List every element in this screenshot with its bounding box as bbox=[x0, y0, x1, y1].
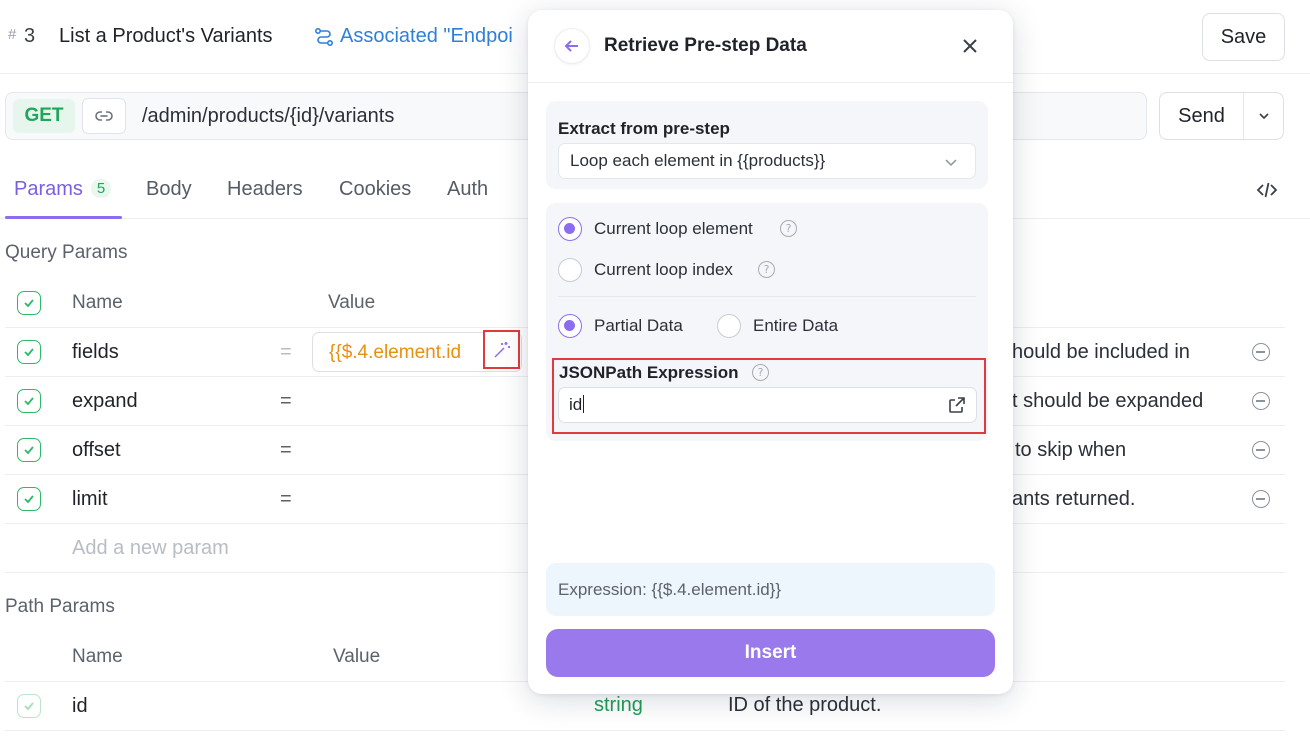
extract-select[interactable]: Loop each element in {{products}} bbox=[558, 143, 976, 179]
help-icon: ? bbox=[780, 220, 797, 237]
send-group: Send bbox=[1159, 92, 1284, 140]
jsonpath-value-text: id bbox=[569, 395, 583, 414]
step-hash: # bbox=[8, 26, 17, 43]
tab-auth[interactable]: Auth bbox=[447, 178, 488, 201]
tab-params-label: Params bbox=[14, 178, 83, 200]
param-name[interactable]: limit bbox=[72, 488, 108, 511]
param-checkbox[interactable] bbox=[17, 487, 41, 511]
back-button[interactable] bbox=[554, 28, 590, 64]
close-icon[interactable] bbox=[958, 34, 982, 58]
jsonpath-input[interactable]: id bbox=[558, 387, 977, 423]
param-description: t should be expanded bbox=[1012, 390, 1204, 412]
check-icon bbox=[24, 348, 34, 357]
row-divider bbox=[5, 730, 1285, 731]
param-description: ID of the product. bbox=[728, 694, 882, 716]
param-value-text: {{$.4.element.id bbox=[329, 342, 462, 363]
active-tab-indicator bbox=[5, 216, 122, 219]
radio-current-element-label[interactable]: Current loop element bbox=[594, 219, 753, 239]
extract-card: Extract from pre-step Loop each element … bbox=[546, 101, 988, 189]
open-external-icon[interactable] bbox=[948, 396, 966, 414]
radio-partial-data-label[interactable]: Partial Data bbox=[594, 316, 683, 336]
param-name[interactable]: fields bbox=[72, 341, 119, 364]
col-value-header: Value bbox=[333, 646, 381, 667]
minus-circle-icon[interactable] bbox=[1252, 441, 1270, 459]
minus-circle-icon[interactable] bbox=[1252, 392, 1270, 410]
save-button[interactable]: Save bbox=[1202, 13, 1285, 61]
retrieve-prestep-modal: Retrieve Pre-step Data Extract from pre-… bbox=[528, 10, 1013, 694]
radio-current-index-label[interactable]: Current loop index bbox=[594, 260, 733, 280]
chevron-down-icon bbox=[945, 159, 957, 167]
associated-endpoint-link[interactable]: Associated "Endpoi bbox=[314, 25, 513, 48]
step-title[interactable]: List a Product's Variants bbox=[59, 25, 273, 48]
send-options-button[interactable] bbox=[1244, 93, 1284, 139]
url-input[interactable]: /admin/products/{id}/variants bbox=[142, 105, 394, 128]
col-name-header: Name bbox=[72, 646, 123, 667]
param-type: string bbox=[594, 694, 643, 716]
options-divider bbox=[558, 296, 976, 297]
radio-entire-data[interactable] bbox=[717, 314, 741, 338]
param-equals: = bbox=[280, 390, 292, 412]
help-icon: ? bbox=[752, 364, 769, 381]
environment-link-button[interactable] bbox=[82, 98, 126, 134]
param-description: hould be included in bbox=[1012, 341, 1190, 363]
check-icon bbox=[24, 446, 34, 455]
query-params-title: Query Params bbox=[5, 242, 128, 263]
add-param-input[interactable]: Add a new param bbox=[72, 537, 229, 560]
param-description: ants returned. bbox=[1012, 488, 1136, 510]
path-params-title: Path Params bbox=[5, 596, 115, 617]
param-checkbox[interactable] bbox=[17, 389, 41, 413]
extract-label: Extract from pre-step bbox=[558, 119, 730, 138]
expression-text: Expression: {{$.4.element.id}} bbox=[558, 580, 782, 599]
param-description: to skip when bbox=[1015, 439, 1127, 461]
param-equals: = bbox=[280, 439, 292, 461]
param-checkbox[interactable] bbox=[17, 340, 41, 364]
link-icon bbox=[95, 111, 113, 121]
radio-partial-data[interactable] bbox=[558, 314, 582, 338]
params-count-badge: 5 bbox=[90, 179, 112, 198]
code-icon[interactable] bbox=[1255, 178, 1279, 202]
step-number: 3 bbox=[24, 25, 36, 47]
select-all-checkbox[interactable] bbox=[17, 291, 41, 315]
param-name[interactable]: offset bbox=[72, 439, 121, 462]
text-caret bbox=[583, 395, 585, 413]
param-name[interactable]: id bbox=[72, 695, 88, 718]
help-icon: ? bbox=[758, 261, 775, 278]
param-checkbox[interactable] bbox=[17, 694, 41, 718]
insert-button[interactable]: Insert bbox=[546, 629, 995, 677]
col-name-header: Name bbox=[72, 292, 123, 313]
radio-current-element[interactable] bbox=[558, 217, 582, 241]
jsonpath-input-value: id bbox=[569, 395, 585, 415]
retrieve-data-button[interactable] bbox=[483, 330, 520, 369]
jsonpath-label: JSONPath Expression bbox=[559, 363, 739, 382]
check-icon bbox=[24, 299, 34, 308]
associated-endpoint-label: Associated "Endpoi bbox=[340, 25, 513, 47]
tab-body[interactable]: Body bbox=[146, 178, 192, 201]
minus-circle-icon[interactable] bbox=[1252, 343, 1270, 361]
method-select[interactable]: GET bbox=[13, 99, 75, 133]
expression-preview: Expression: {{$.4.element.id}} bbox=[546, 563, 995, 616]
param-equals: = bbox=[280, 488, 292, 510]
flow-icon bbox=[314, 27, 334, 46]
modal-header: Retrieve Pre-step Data bbox=[528, 10, 1013, 83]
param-equals: = bbox=[280, 341, 292, 363]
check-icon bbox=[24, 702, 34, 711]
magic-wand-icon bbox=[493, 341, 510, 358]
chevron-down-icon bbox=[1259, 113, 1269, 120]
check-icon bbox=[24, 495, 34, 504]
radio-current-index[interactable] bbox=[558, 258, 582, 282]
tab-params[interactable]: Params 5 bbox=[14, 178, 112, 201]
arrow-left-icon bbox=[564, 40, 578, 52]
check-icon bbox=[24, 397, 34, 406]
param-checkbox[interactable] bbox=[17, 438, 41, 462]
col-value-header: Value bbox=[328, 292, 376, 313]
extract-select-value: Loop each element in {{products}} bbox=[570, 151, 826, 170]
tab-cookies[interactable]: Cookies bbox=[339, 178, 411, 201]
tab-headers[interactable]: Headers bbox=[227, 178, 303, 201]
minus-circle-icon[interactable] bbox=[1252, 490, 1270, 508]
param-name[interactable]: expand bbox=[72, 390, 138, 413]
modal-title: Retrieve Pre-step Data bbox=[604, 35, 807, 56]
radio-entire-data-label[interactable]: Entire Data bbox=[753, 316, 838, 336]
send-button[interactable]: Send bbox=[1160, 93, 1243, 139]
